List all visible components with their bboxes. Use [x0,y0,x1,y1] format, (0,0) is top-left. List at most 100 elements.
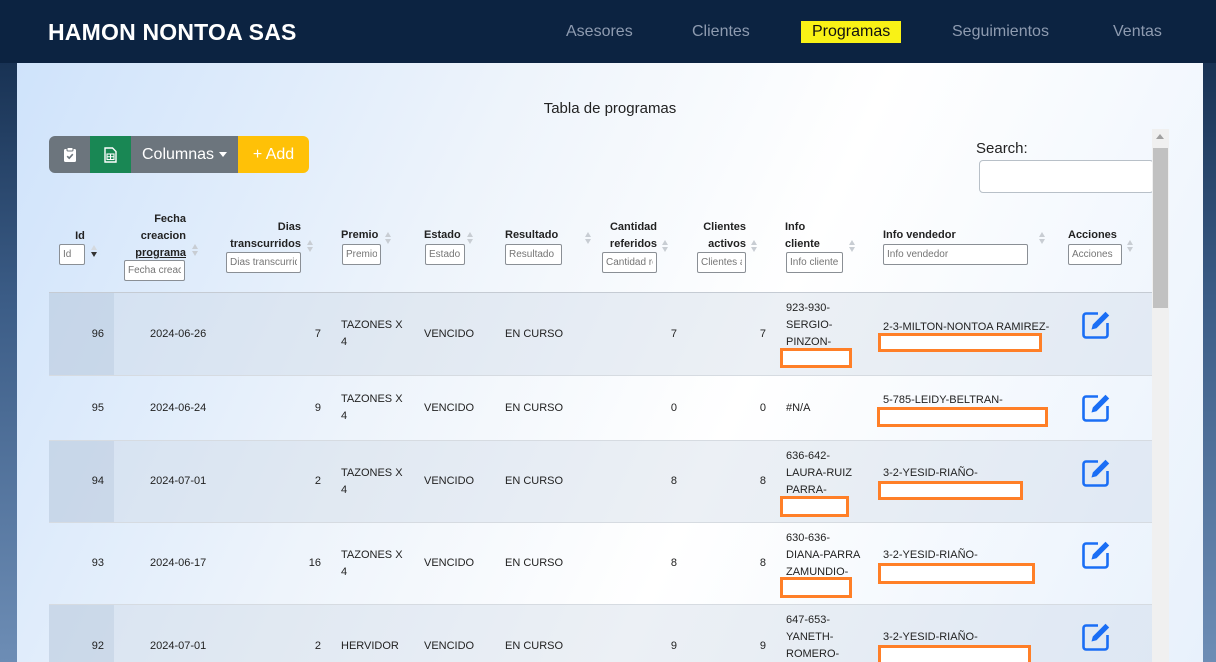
header-fecha[interactable]: Fecha creacion programa [117,211,186,262]
columns-dropdown-button[interactable]: Columnas [131,136,238,173]
cell-referidos: 8 [670,557,677,569]
cell-estado: VENCIDO [424,557,475,569]
sort-desc-icon[interactable] [91,244,99,258]
header-cantidad-l2: referidos [609,238,657,250]
cell-id: 93 [91,557,104,569]
filter-acciones[interactable] [1068,244,1122,265]
cell-dias: 9 [314,402,321,414]
cell-premio: TAZONES X 4 [341,317,403,351]
table-row[interactable]: 95 2024-06-24 9 TAZONES X 4 VENCIDO EN C… [49,376,1152,441]
header-acciones[interactable]: Acciones [1068,227,1128,244]
filter-cantidad[interactable] [602,252,657,273]
cell-cliente-l3: ROMERO- [786,648,840,660]
cell-info-cliente: #N/A [786,402,811,414]
filter-info-cliente[interactable] [786,252,843,273]
sort-icon[interactable] [385,231,393,245]
nav-programas[interactable]: Programas [801,21,902,43]
table-toolbar: Columnas + Add [49,136,309,173]
redaction-box [780,348,852,368]
redaction-box [878,333,1042,352]
filter-premio[interactable] [342,244,381,265]
nav-asesores[interactable]: Asesores [566,23,633,41]
filter-resultado[interactable] [505,244,562,265]
nav-clientes[interactable]: Clientes [692,23,750,41]
cell-referidos: 0 [670,402,677,414]
edit-icon[interactable] [1081,622,1111,652]
header-estado[interactable]: Estado [424,227,484,244]
excel-button[interactable] [90,136,131,173]
cell-cliente-l1: 647-653- [786,614,831,626]
header-resultado[interactable]: Resultado [505,227,575,244]
cell-resultado: EN CURSO [505,557,564,569]
nav-seguimientos[interactable]: Seguimientos [952,23,1049,41]
header-clientes-l1: Clientes [703,221,746,233]
cell-premio: TAZONES X 4 [341,465,403,499]
filter-fecha[interactable] [124,260,185,281]
edit-icon[interactable] [1081,540,1111,570]
header-id[interactable]: Id [60,228,100,245]
cell-premio: HERVIDOR [341,640,399,652]
header-info-cliente[interactable]: Info cliente [785,219,845,253]
columns-label: Columnas [141,145,215,163]
table-row[interactable]: 93 2024-06-17 16 TAZONES X 4 VENCIDO EN … [49,523,1152,605]
header-id-label: Id [75,230,85,242]
cell-cliente-l1: 630-636- [786,532,831,544]
brand-title[interactable]: HAMON NONTOA SAS [48,19,297,46]
cell-premio-l1: TAZONES X [341,467,403,479]
cell-cliente-l2: YANETH- [786,631,834,643]
cell-fecha: 2024-06-24 [150,402,207,414]
header-dias-l1: Dias [277,221,301,233]
header-info-cliente-l2: cliente [785,238,820,250]
header-cantidad[interactable]: Cantidad referidos [587,219,657,253]
header-info-vendedor[interactable]: Info vendedor [883,227,1003,244]
cell-estado: VENCIDO [424,328,475,340]
sort-icon[interactable] [467,231,475,245]
sort-icon[interactable] [662,239,670,253]
cell-resultado: EN CURSO [505,402,564,414]
filter-dias[interactable] [226,252,301,273]
edit-icon[interactable] [1081,393,1111,423]
table-row[interactable]: 96 2024-06-26 7 TAZONES X 4 VENCIDO EN C… [49,293,1152,376]
cell-premio-l2: 4 [341,410,348,422]
edit-icon[interactable] [1081,458,1111,488]
redaction-box [878,481,1023,500]
sort-icon[interactable] [751,239,759,253]
cell-info-vendedor: 3-2-YESID-RIAÑO- [883,631,978,643]
add-button[interactable]: + Add [238,136,309,173]
cell-cliente-l2: SERGIO- [786,319,833,331]
filter-id[interactable] [59,244,85,265]
search-input[interactable] [979,160,1154,193]
filter-estado[interactable] [425,244,465,265]
scroll-up-arrow-icon[interactable] [1156,134,1164,139]
header-dias[interactable]: Dias transcurridos [217,219,301,253]
cell-premio-l2: 4 [341,484,348,496]
cell-activos: 7 [759,328,766,340]
cell-id: 94 [91,475,104,487]
edit-icon[interactable] [1081,310,1111,340]
table-row[interactable]: 92 2024-07-01 2 HERVIDOR VENCIDO EN CURS… [49,605,1152,662]
cell-referidos: 9 [670,640,677,652]
cell-resultado: EN CURSO [505,640,564,652]
nav-ventas[interactable]: Ventas [1113,23,1162,41]
sort-icon[interactable] [1039,231,1047,245]
sort-icon[interactable] [849,239,857,253]
vertical-scrollbar[interactable] [1152,129,1169,662]
cell-info-cliente: 630-636- DIANA-PARRA ZAMUNDIO- [786,530,860,581]
cell-dias: 2 [314,640,321,652]
sort-icon[interactable] [192,243,200,257]
cell-referidos: 8 [670,475,677,487]
filter-clientes-activos[interactable] [697,252,746,273]
copy-button[interactable] [49,136,90,173]
cell-cliente-l2: LAURA-RUIZ [786,467,853,479]
table-row[interactable]: 94 2024-07-01 2 TAZONES X 4 VENCIDO EN C… [49,441,1152,523]
cell-dias: 16 [308,557,321,569]
cell-id: 92 [91,640,104,652]
cell-info-cliente: 647-653- YANETH- ROMERO- [786,612,839,662]
sort-icon[interactable] [307,239,315,253]
scroll-thumb[interactable] [1153,148,1168,308]
cell-premio-l1: TAZONES X [341,393,403,405]
cell-fecha: 2024-07-01 [150,475,207,487]
header-clientes-activos[interactable]: Clientes activos [687,219,746,253]
filter-info-vendedor[interactable] [883,244,1028,265]
sort-icon[interactable] [1127,239,1135,253]
